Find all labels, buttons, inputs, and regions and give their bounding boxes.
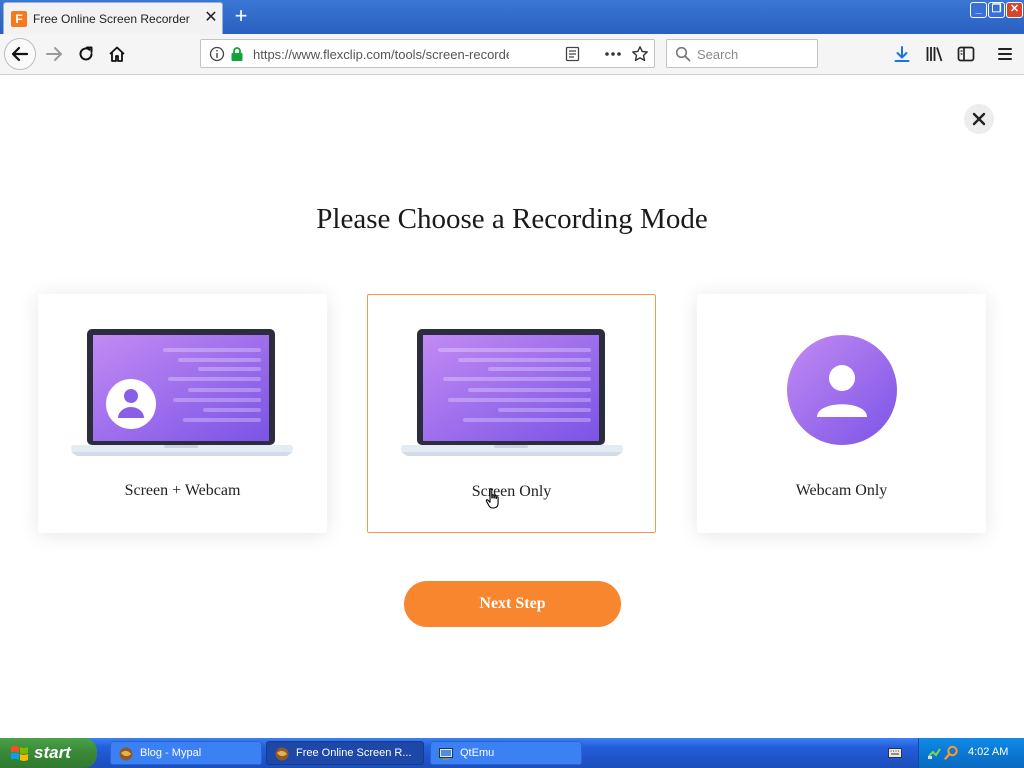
library-icon[interactable] <box>925 45 943 63</box>
star-icon[interactable] <box>631 45 649 63</box>
mode-card-screen-only[interactable]: Screen Only <box>367 294 656 533</box>
mode-card-webcam-only[interactable]: Webcam Only <box>697 294 986 533</box>
qtemu-icon <box>439 748 453 760</box>
address-bar[interactable]: https://www.flexclip.com/tools/screen-re… <box>200 39 655 68</box>
search-tray-icon[interactable] <box>944 745 959 760</box>
forward-button[interactable] <box>38 38 70 70</box>
mode-label-webcam-only: Webcam Only <box>795 482 888 499</box>
reload-button[interactable] <box>70 38 102 70</box>
close-icon <box>972 112 986 126</box>
laptop-screen-icon <box>401 329 623 456</box>
taskbar-label-flexclip: Free Online Screen R... <box>296 747 412 759</box>
url-text: https://www.flexclip.com/tools/screen-re… <box>253 47 509 62</box>
taskbar-label-blog: Blog - Mypal <box>140 747 202 759</box>
info-icon[interactable] <box>209 46 225 62</box>
keyboard-icon[interactable] <box>888 748 902 758</box>
browser-tab-bar: F Free Online Screen Recorder & ✕ + _ ❐ … <box>0 0 1024 34</box>
laptop-with-webcam-icon <box>71 329 293 456</box>
new-tab-icon[interactable]: + <box>230 4 252 28</box>
search-placeholder: Search <box>697 47 739 62</box>
hand-cursor-icon <box>485 488 499 509</box>
more-icon[interactable] <box>604 51 622 57</box>
tab-close-icon[interactable]: ✕ <box>201 8 221 28</box>
mypal-browser-icon <box>119 747 133 761</box>
windows-taskbar: start Blog - Mypal Free Online Screen R.… <box>0 738 1024 768</box>
active-tab[interactable]: F Free Online Screen Recorder & ✕ <box>3 2 223 34</box>
clock: 4:02 AM <box>968 746 1009 758</box>
webcam-user-icon <box>787 335 897 445</box>
window-maximize-button[interactable]: ❐ <box>988 2 1005 18</box>
reload-icon <box>79 46 93 61</box>
start-button[interactable]: start <box>0 738 97 768</box>
window-minimize-button[interactable]: _ <box>970 2 987 18</box>
navigation-toolbar: https://www.flexclip.com/tools/screen-re… <box>0 34 1024 75</box>
back-arrow-icon <box>11 46 29 62</box>
network-icon[interactable] <box>927 746 941 760</box>
download-icon[interactable] <box>893 45 911 63</box>
reader-view-icon[interactable] <box>565 46 580 62</box>
modal-close-button[interactable] <box>964 104 994 134</box>
taskbar-item-blog[interactable]: Blog - Mypal <box>110 741 262 765</box>
forward-arrow-icon <box>46 47 62 61</box>
mode-card-screen-webcam[interactable]: Screen + Webcam <box>38 294 327 533</box>
next-step-button[interactable]: Next Step <box>404 581 621 627</box>
taskbar-item-flexclip[interactable]: Free Online Screen R... <box>266 741 424 765</box>
flexclip-icon: F <box>11 11 27 27</box>
home-icon <box>109 46 125 62</box>
back-button[interactable] <box>4 38 36 70</box>
system-tray: 4:02 AM <box>918 738 1024 768</box>
mode-label-screen-only: Screen Only <box>471 483 552 500</box>
search-input[interactable]: Search <box>666 39 818 68</box>
tab-title: Free Online Screen Recorder & <box>33 12 193 26</box>
sidebar-icon[interactable] <box>957 45 975 63</box>
start-label: start <box>34 743 71 762</box>
menu-icon[interactable] <box>997 46 1013 62</box>
home-button[interactable] <box>101 38 133 70</box>
taskbar-label-qtemu: QtEmu <box>460 747 495 759</box>
lock-icon <box>231 47 243 61</box>
taskbar-item-qtemu[interactable]: QtEmu <box>430 741 582 765</box>
windows-logo-icon <box>11 745 28 761</box>
search-icon <box>675 46 691 62</box>
window-close-button[interactable]: ✕ <box>1006 2 1023 18</box>
mode-label-screen-webcam: Screen + Webcam <box>124 482 241 499</box>
page-title: Please Choose a Recording Mode <box>316 203 708 235</box>
mypal-browser-icon <box>275 747 289 761</box>
